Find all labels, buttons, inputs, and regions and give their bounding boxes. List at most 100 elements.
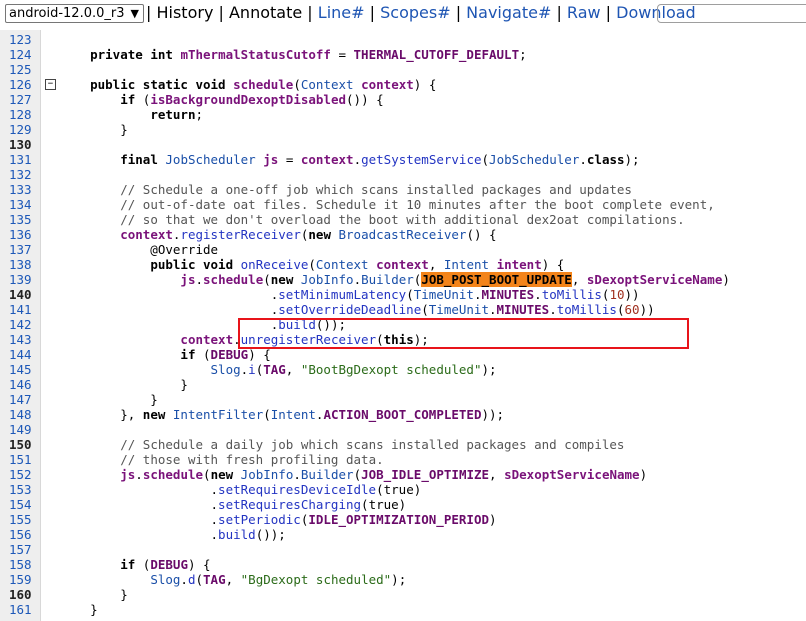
code-line: 148 }, new IntentFilter(Intent.ACTION_BO… bbox=[0, 407, 806, 422]
code-text: .setPeriodic(IDLE_OPTIMIZATION_PERIOD) bbox=[60, 512, 497, 527]
line-number[interactable]: 160 bbox=[9, 587, 37, 602]
line-number[interactable]: 155 bbox=[9, 512, 37, 527]
line-number[interactable]: 146 bbox=[9, 377, 37, 392]
code-line: 161 } bbox=[0, 602, 806, 617]
line-number[interactable]: 147 bbox=[9, 392, 37, 407]
line-number[interactable]: 131 bbox=[9, 152, 37, 167]
code-line: 130 bbox=[0, 137, 806, 152]
annotate-link[interactable]: Annotate bbox=[229, 3, 302, 22]
line-number[interactable]: 129 bbox=[9, 122, 37, 137]
code-line: 124 private int mThermalStatusCutoff = T… bbox=[0, 47, 806, 62]
line-number[interactable]: 125 bbox=[9, 62, 37, 77]
navigate-link[interactable]: Navigate# bbox=[466, 3, 551, 22]
line-number[interactable]: 161 bbox=[9, 602, 37, 617]
code-text: }, new IntentFilter(Intent.ACTION_BOOT_C… bbox=[60, 407, 505, 422]
line-number[interactable]: 156 bbox=[9, 527, 37, 542]
code-text: } bbox=[60, 122, 128, 137]
line-number[interactable]: 124 bbox=[9, 47, 37, 62]
code-line: 128 return; bbox=[0, 107, 806, 122]
line-number[interactable]: 159 bbox=[9, 572, 37, 587]
code-text: } bbox=[60, 602, 98, 617]
line-number[interactable]: 142 bbox=[9, 317, 37, 332]
line-number[interactable]: 140 bbox=[9, 287, 37, 302]
code-line: 125 bbox=[0, 62, 806, 77]
line-number[interactable]: 135 bbox=[9, 212, 37, 227]
line-number[interactable]: 133 bbox=[9, 182, 37, 197]
code-text: if (DEBUG) { bbox=[120, 557, 211, 572]
line-number[interactable]: 158 bbox=[9, 557, 37, 572]
line-number[interactable]: 150 bbox=[9, 437, 37, 452]
toolbar: android-12.0.0_r3 ▼ | History | Annotate… bbox=[0, 0, 806, 30]
fold-toggle-icon[interactable]: − bbox=[45, 79, 56, 90]
code-line: 126− public static void schedule(Context… bbox=[0, 77, 806, 92]
code-line: 152 js.schedule(new JobInfo.Builder(JOB_… bbox=[0, 467, 806, 482]
code-text: context.registerReceiver(new BroadcastRe… bbox=[120, 227, 497, 242]
code-text: Slog.i(TAG, "BootBgDexopt scheduled"); bbox=[210, 362, 497, 377]
line-number[interactable]: 132 bbox=[9, 167, 37, 182]
code-text: } bbox=[60, 587, 128, 602]
nav-links: | History | Annotate | Line# | Scopes# |… bbox=[146, 3, 696, 22]
code-line: 144 if (DEBUG) { bbox=[0, 347, 806, 362]
line-number[interactable]: 136 bbox=[9, 227, 37, 242]
code-line: 137 @Override bbox=[0, 242, 806, 257]
code-line: 138 public void onReceive(Context contex… bbox=[0, 257, 806, 272]
code-text: public void onReceive(Context context, I… bbox=[150, 257, 565, 272]
line-number[interactable]: 134 bbox=[9, 197, 37, 212]
code-text: Slog.d(TAG, "BgDexopt scheduled"); bbox=[150, 572, 407, 587]
code-text: if (isBackgroundDexoptDisabled()) { bbox=[120, 92, 384, 107]
revision-select[interactable]: android-12.0.0_r3 ▼ bbox=[5, 4, 144, 23]
code-line: 140 .setMinimumLatency(TimeUnit.MINUTES.… bbox=[0, 287, 806, 302]
line-numbers-link[interactable]: Line# bbox=[318, 3, 365, 22]
code-text: private int mThermalStatusCutoff = THERM… bbox=[90, 47, 527, 62]
line-number[interactable]: 128 bbox=[9, 107, 37, 122]
line-number[interactable]: 138 bbox=[9, 257, 37, 272]
code-text: .setMinimumLatency(TimeUnit.MINUTES.toMi… bbox=[60, 287, 640, 302]
code-text: js.schedule(new JobInfo.Builder(JOB_POST… bbox=[180, 272, 730, 287]
line-number[interactable]: 153 bbox=[9, 482, 37, 497]
raw-link[interactable]: Raw bbox=[567, 3, 601, 22]
line-number[interactable]: 157 bbox=[9, 542, 37, 557]
chevron-down-icon: ▼ bbox=[130, 7, 139, 20]
code-line: 136 context.registerReceiver(new Broadca… bbox=[0, 227, 806, 242]
code-line: 159 Slog.d(TAG, "BgDexopt scheduled"); bbox=[0, 572, 806, 587]
line-number[interactable]: 126 bbox=[9, 77, 37, 92]
line-number[interactable]: 137 bbox=[9, 242, 37, 257]
code-line: 146 } bbox=[0, 377, 806, 392]
history-link[interactable]: History bbox=[156, 3, 213, 22]
line-number[interactable]: 148 bbox=[9, 407, 37, 422]
code-line: 150 // Schedule a daily job which scans … bbox=[0, 437, 806, 452]
code-text: final JobScheduler js = context.getSyste… bbox=[120, 152, 640, 167]
code-text: @Override bbox=[60, 242, 219, 257]
code-line: 156 .build()); bbox=[0, 527, 806, 542]
code-text: return; bbox=[150, 107, 203, 122]
code-line: 141 .setOverrideDeadline(TimeUnit.MINUTE… bbox=[0, 302, 806, 317]
code-line: 149 bbox=[0, 422, 806, 437]
scopes-link[interactable]: Scopes# bbox=[380, 3, 450, 22]
line-number[interactable]: 139 bbox=[9, 272, 37, 287]
code-line: 154 .setRequiresCharging(true) bbox=[0, 497, 806, 512]
code-line: 127 if (isBackgroundDexoptDisabled()) { bbox=[0, 92, 806, 107]
line-number[interactable]: 130 bbox=[9, 137, 37, 152]
code-text: .setRequiresDeviceIdle(true) bbox=[60, 482, 422, 497]
line-number[interactable]: 123 bbox=[9, 32, 37, 47]
code-line: 158 if (DEBUG) { bbox=[0, 557, 806, 572]
code-line: 132 bbox=[0, 167, 806, 182]
search-input[interactable] bbox=[657, 4, 806, 23]
line-number[interactable]: 152 bbox=[9, 467, 37, 482]
line-number[interactable]: 149 bbox=[9, 422, 37, 437]
code-text: js.schedule(new JobInfo.Builder(JOB_IDLE… bbox=[120, 467, 648, 482]
line-number[interactable]: 154 bbox=[9, 497, 37, 512]
code-line: 133 // Schedule a one-off job which scan… bbox=[0, 182, 806, 197]
code-text: public static void schedule(Context cont… bbox=[90, 77, 437, 92]
line-number[interactable]: 151 bbox=[9, 452, 37, 467]
line-number[interactable]: 143 bbox=[9, 332, 37, 347]
code-line: 157 bbox=[0, 542, 806, 557]
line-number[interactable]: 145 bbox=[9, 362, 37, 377]
line-number[interactable]: 127 bbox=[9, 92, 37, 107]
line-number[interactable]: 144 bbox=[9, 347, 37, 362]
code-line: 139 js.schedule(new JobInfo.Builder(JOB_… bbox=[0, 272, 806, 287]
line-number[interactable]: 141 bbox=[9, 302, 37, 317]
code-text: if (DEBUG) { bbox=[180, 347, 271, 362]
code-line: 160 } bbox=[0, 587, 806, 602]
code-line: 123 bbox=[0, 32, 806, 47]
